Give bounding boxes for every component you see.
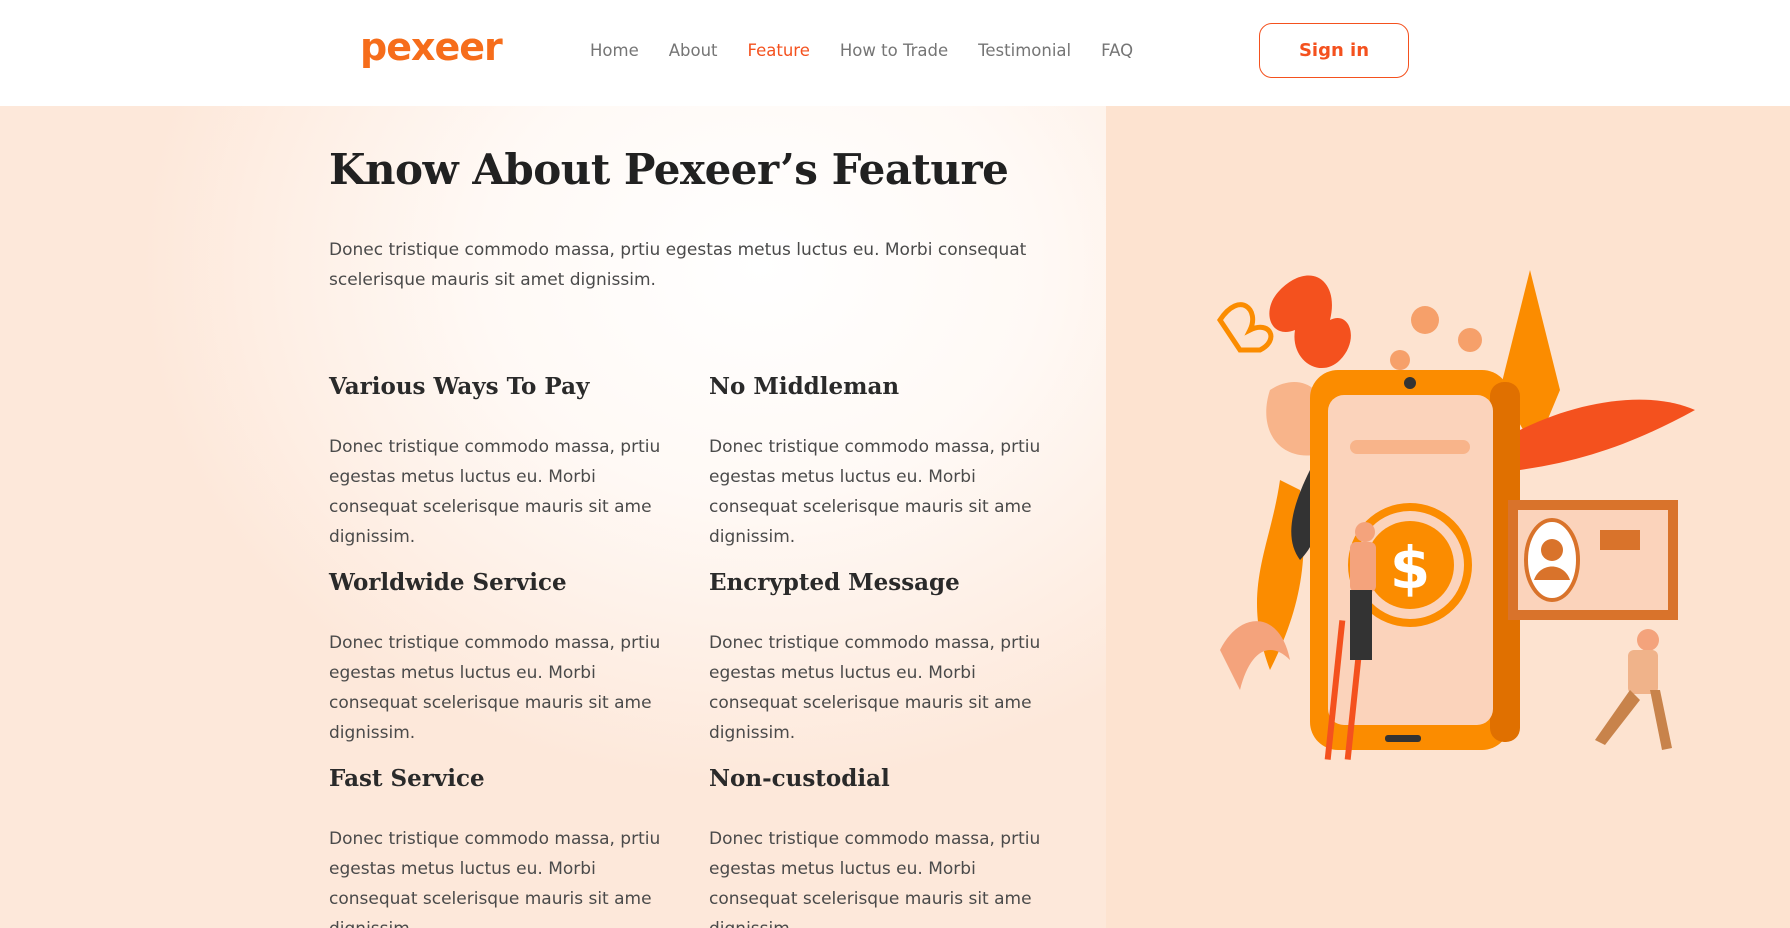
site-header: pexeer Home About Feature How to Trade T… (0, 0, 1790, 106)
feature-title: Encrypted Message (709, 569, 960, 596)
leaf-red-top (1269, 275, 1351, 369)
nav-about[interactable]: About (669, 40, 718, 62)
nav-feature[interactable]: Feature (748, 40, 810, 62)
nav-faq[interactable]: FAQ (1101, 40, 1133, 62)
dollar-icon: $ (1390, 534, 1430, 602)
feature-text: Donec tristique commodo massa, prtiu ege… (329, 633, 661, 743)
feature-text: Donec tristique commodo massa, prtiu ege… (709, 633, 1041, 743)
feature-title: Various Ways To Pay (329, 373, 590, 400)
feature-text: Donec tristique commodo massa, prtiu ege… (709, 829, 1041, 928)
person-right-head (1637, 629, 1659, 651)
feature-title: No Middleman (709, 373, 900, 400)
person-left-body (1350, 542, 1376, 592)
nav-testimonial[interactable]: Testimonial (978, 40, 1071, 62)
sign-in-button[interactable]: Sign in (1259, 23, 1409, 78)
pexeer-logo[interactable]: pexeer (360, 24, 503, 70)
feature-various-ways-to-pay: Various Ways To Pay Donec tristique comm… (329, 372, 689, 552)
feature-text: Donec tristique commodo massa, prtiu ege… (329, 829, 661, 928)
feature-text: Donec tristique commodo massa, prtiu ege… (709, 437, 1041, 547)
flowers (1390, 306, 1482, 370)
nav-home[interactable]: Home (590, 40, 639, 62)
leaf-swirl (1216, 302, 1274, 353)
feature-non-custodial: Non-custodial Donec tristique commodo ma… (709, 764, 1069, 928)
nav-how-to-trade[interactable]: How to Trade (840, 40, 948, 62)
feature-worldwide-service: Worldwide Service Donec tristique commod… (329, 568, 689, 748)
feature-title: Fast Service (329, 765, 485, 792)
feature-title: Worldwide Service (329, 569, 567, 596)
intro-text: Donec tristique commodo massa, prtiu ege… (329, 240, 1027, 290)
feature-encrypted-message: Encrypted Message Donec tristique commod… (709, 568, 1069, 748)
phone-camera (1404, 377, 1416, 389)
person-left-head (1355, 522, 1375, 542)
page-title: Know About Pexeer’s Feature (329, 145, 1009, 194)
feature-fast-service: Fast Service Donec tristique commodo mas… (329, 764, 689, 928)
phone-payment-illustration: $ (1216, 270, 1695, 760)
phone-home-bar (1385, 735, 1421, 742)
feature-text: Donec tristique commodo massa, prtiu ege… (329, 437, 661, 547)
person-right-body (1628, 650, 1658, 694)
main-nav: Home About Feature How to Trade Testimon… (590, 40, 1163, 62)
feature-no-middleman: No Middleman Donec tristique commodo mas… (709, 372, 1069, 552)
feature-title: Non-custodial (709, 765, 890, 792)
